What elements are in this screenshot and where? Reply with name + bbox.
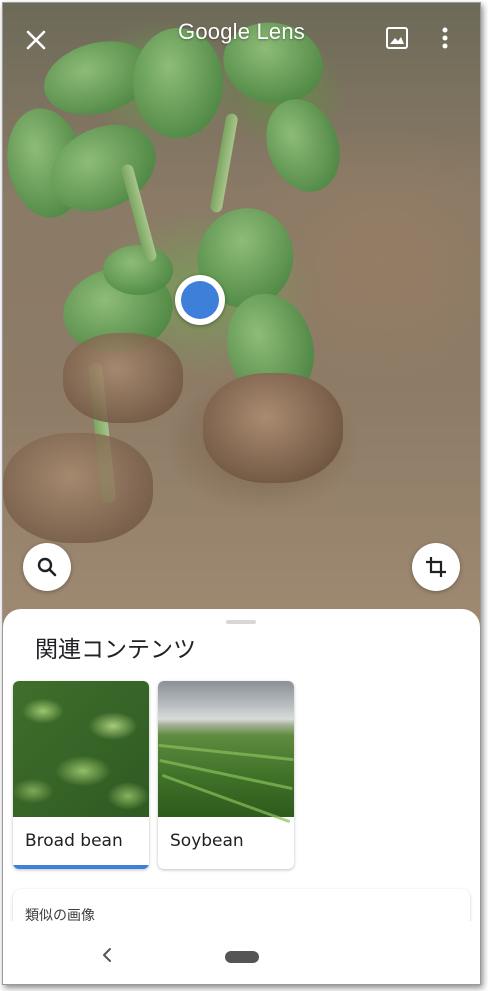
stem [209,112,239,214]
home-pill[interactable] [225,951,259,963]
crop-row [159,758,293,791]
search-icon [37,557,57,577]
soil-clod [3,433,153,543]
camera-view[interactable]: Google Lens [3,3,480,643]
leaf [103,245,173,295]
crop-row [158,743,294,762]
sheet-title: 関連コンテンツ [35,637,196,663]
result-card-broad-bean[interactable]: Broad bean [13,681,149,869]
selected-indicator [13,865,149,869]
crop-icon [426,557,446,577]
selection-dot-center [181,281,219,319]
leaf [253,88,353,203]
phone-screen: Google Lens 関連コンテンツ Broad bean Soybean 類… [2,2,481,985]
more-vert-icon[interactable] [435,23,455,53]
image-gallery-icon[interactable] [383,24,411,52]
soil-clod [203,373,343,483]
result-label: Soybean [170,831,244,851]
crop-button[interactable] [412,543,460,591]
result-label: Broad bean [25,831,123,851]
crop-row [161,773,291,824]
selection-dot[interactable] [175,275,225,325]
soil-clod [63,333,183,423]
result-thumbnail [158,681,294,824]
system-nav-bar [3,921,480,984]
search-button[interactable] [23,543,71,591]
chevron-left-icon[interactable] [97,943,117,967]
drag-handle[interactable] [226,620,256,624]
result-thumbnail [13,681,149,817]
result-card-soybean[interactable]: Soybean [158,681,294,869]
